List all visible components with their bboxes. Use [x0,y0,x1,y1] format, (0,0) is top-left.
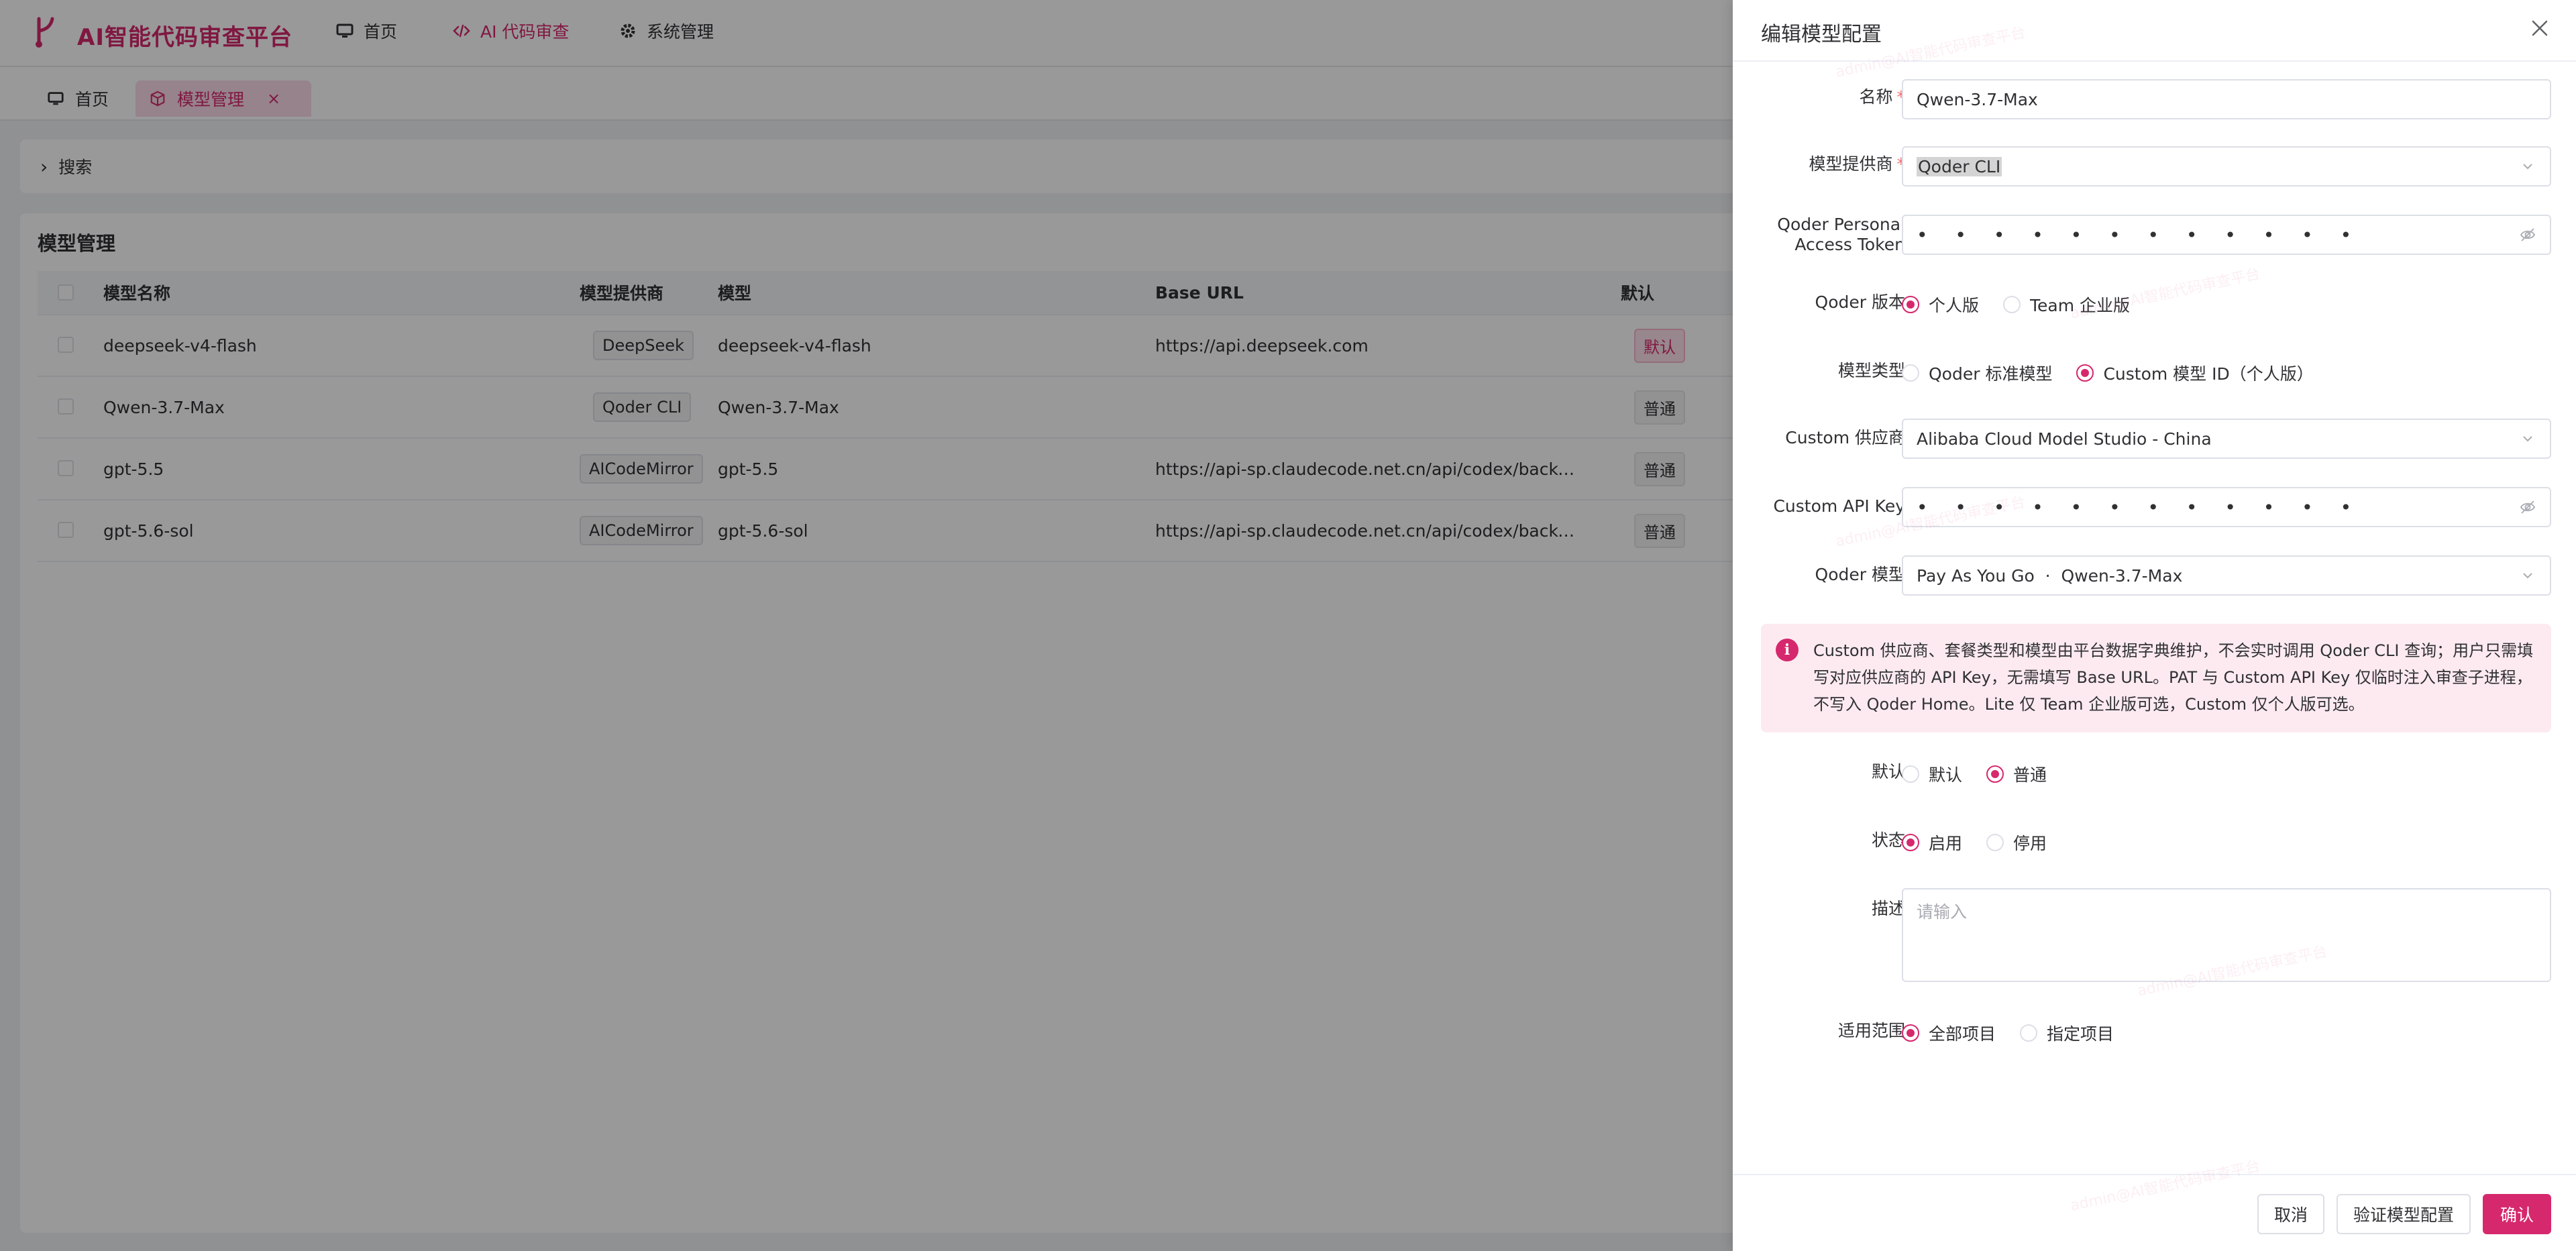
custom-provider-label: Custom 供应商 [1785,428,1905,447]
drawer-header: 编辑模型配置 [1733,0,2576,62]
verify-config-button[interactable]: 验证模型配置 [2337,1194,2471,1234]
edition-radio-personal[interactable]: 个人版 [1902,292,1979,317]
eye-off-icon[interactable] [2519,498,2536,516]
qoder-model-value: Pay As You Go · Qwen-3.7-Max [1917,565,2183,586]
model-type-label: 模型类型 [1837,361,1905,380]
model-type-radio-custom[interactable]: Custom 模型 ID（个人版） [2076,361,2314,385]
status-option-disabled: 停用 [2013,834,2047,853]
name-input[interactable]: Qwen-3.7-Max [1902,79,2551,119]
edition-option-team: Team 企业版 [2030,296,2131,315]
custom-provider-value: Alibaba Cloud Model Studio - China [1917,429,2212,449]
status-radio-group: 启用 停用 [1902,830,2047,855]
drawer-title: 编辑模型配置 [1761,23,1882,46]
model-type-option-custom: Custom 模型 ID（个人版） [2103,364,2314,384]
custom-provider-select[interactable]: Alibaba Cloud Model Studio - China [1902,419,2551,459]
provider-label-text: 模型提供商 [1809,154,1893,174]
radio-dot [1902,765,1919,783]
default-radio-default[interactable]: 默认 [1902,762,1962,786]
radio-dot [1902,834,1919,851]
name-label: 名称 * [1758,87,1905,107]
default-option-normal: 普通 [2013,765,2047,785]
radio-dot [1902,364,1919,382]
radio-dot [1986,834,2004,851]
token-label-line1: Qoder Personal [1777,215,1905,234]
model-type-radio-group: Qoder 标准模型 Custom 模型 ID（个人版） [1902,361,2314,385]
description-placeholder: 请输入 [1917,902,1968,922]
edition-radio-team[interactable]: Team 企业版 [2003,292,2130,317]
scope-option-all: 全部项目 [1929,1024,1996,1044]
model-type-option-standard: Qoder 标准模型 [1929,364,2053,384]
description-textarea[interactable]: 请输入 [1902,888,2551,982]
token-input-value: • • • • • • • • • • • • [1917,223,2363,246]
status-radio-enabled[interactable]: 启用 [1902,830,1962,855]
chevron-down-icon [2523,164,2532,170]
name-label-text: 名称 [1859,87,1893,107]
name-input-value: Qwen-3.7-Max [1917,89,2038,109]
status-option-enabled: 启用 [1929,834,1963,853]
description-label: 描述 [1871,899,1905,918]
edition-label: Qoder 版本 [1815,292,1905,312]
default-label: 默认 [1871,762,1905,781]
eye-off-icon[interactable] [2519,226,2536,243]
radio-dot [2003,296,2021,313]
scope-radio-specific[interactable]: 指定项目 [2020,1021,2114,1045]
custom-key-label: Custom API Key [1773,496,1905,516]
default-radio-normal[interactable]: 普通 [1986,762,2047,786]
info-notice: i Custom 供应商、套餐类型和模型由平台数据字典维护，不会实时调用 Qod… [1761,624,2551,732]
scope-radio-group: 全部项目 指定项目 [1902,1021,2114,1045]
edition-option-personal: 个人版 [1929,296,1980,315]
provider-select-value: Qoder CLI [1917,156,2002,176]
radio-dot [1902,296,1919,313]
qoder-model-select[interactable]: Pay As You Go · Qwen-3.7-Max [1902,555,2551,596]
radio-dot [1986,765,2004,783]
cancel-button[interactable]: 取消 [2257,1194,2324,1234]
provider-label: 模型提供商 * [1758,154,1905,174]
default-option-default: 默认 [1929,765,1963,785]
chevron-down-icon [2523,436,2532,442]
token-label: Qoder Personal Access Token [1758,215,1905,255]
radio-dot [1902,1024,1919,1042]
provider-select[interactable]: Qoder CLI [1902,146,2551,186]
drawer-footer: 取消 验证模型配置 确认 [1733,1174,2576,1251]
default-radio-group: 默认 普通 [1902,762,2047,786]
radio-dot [2076,364,2094,382]
confirm-button[interactable]: 确认 [2483,1194,2551,1234]
token-input[interactable]: • • • • • • • • • • • • [1902,215,2551,255]
custom-key-value: • • • • • • • • • • • • [1917,496,2363,519]
scope-option-specific: 指定项目 [2047,1024,2114,1044]
status-label: 状态 [1871,830,1905,850]
close-icon[interactable] [2529,17,2551,39]
chevron-down-icon [2523,573,2532,579]
notice-text: Custom 供应商、套餐类型和模型由平台数据字典维护，不会实时调用 Qoder… [1813,641,2534,714]
status-radio-disabled[interactable]: 停用 [1986,830,2047,855]
custom-key-input[interactable]: • • • • • • • • • • • • [1902,487,2551,527]
radio-dot [2020,1024,2038,1042]
qoder-model-label: Qoder 模型 [1815,565,1905,584]
model-type-radio-standard[interactable]: Qoder 标准模型 [1902,361,2052,385]
scope-radio-all[interactable]: 全部项目 [1902,1021,1996,1045]
token-label-line2: Access Token [1794,235,1905,254]
edition-radio-group: 个人版 Team 企业版 [1902,292,2130,317]
edit-model-drawer: 编辑模型配置 名称 * Qwen-3.7-Max 模型提供商 * Qoder CLI… [1733,0,2576,1251]
scope-label: 适用范围 [1837,1021,1905,1040]
info-icon: i [1776,639,1799,661]
